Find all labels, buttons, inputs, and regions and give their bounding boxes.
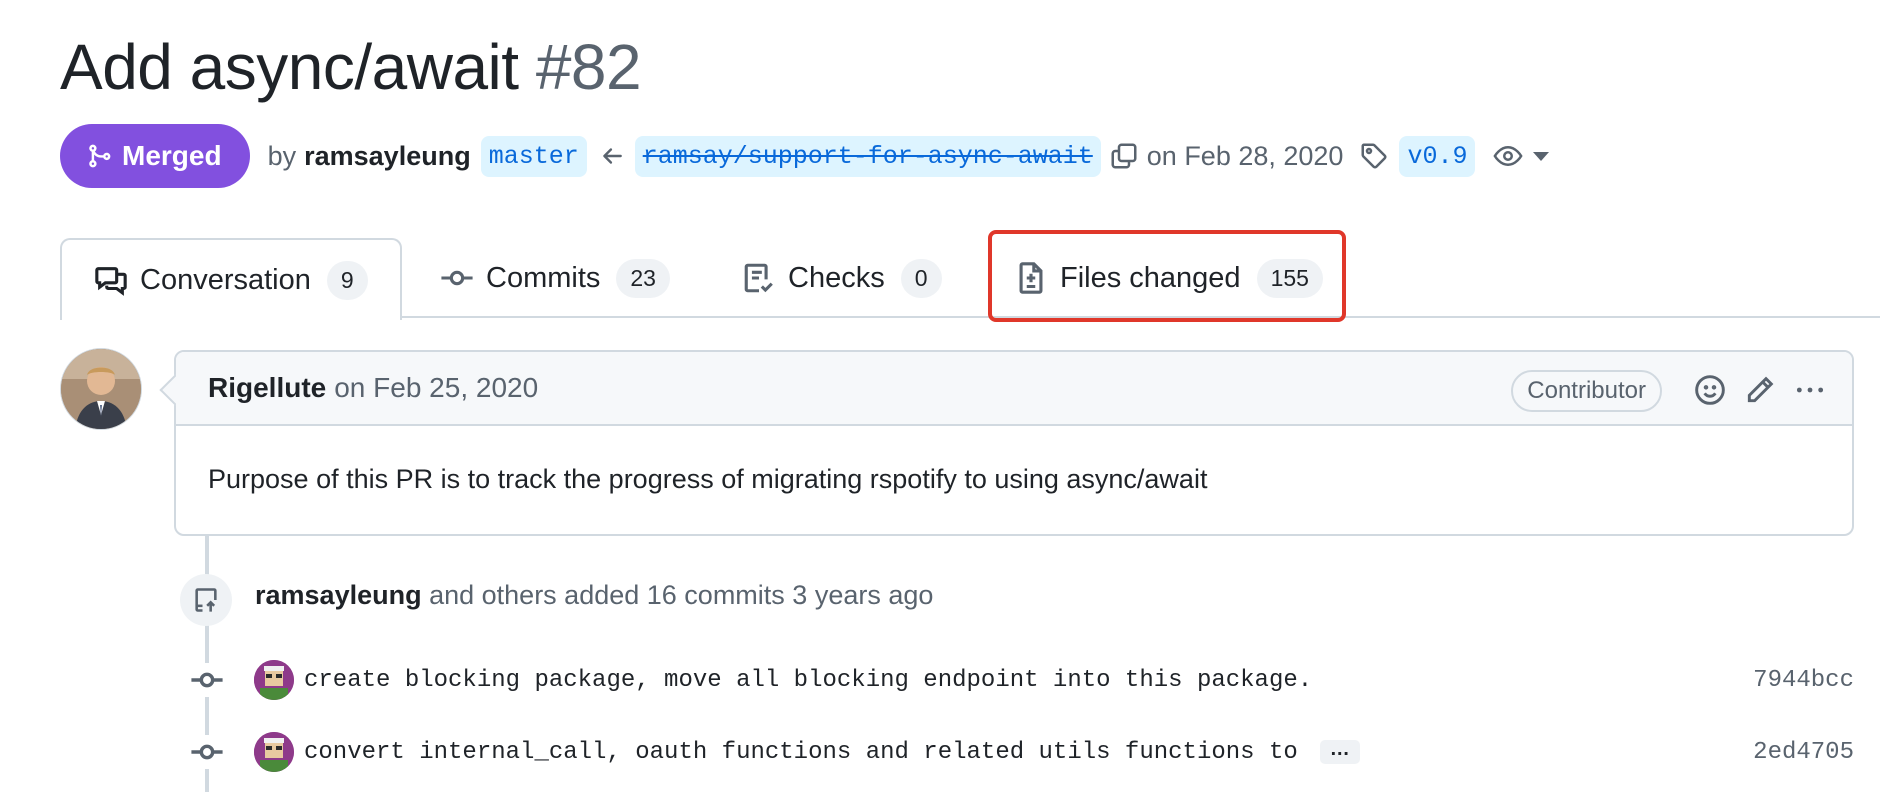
pr-meta: Merged by ramsayleung master ramsay/supp…: [60, 124, 1550, 188]
comment-author-link[interactable]: Rigellute: [208, 372, 326, 404]
commit-message-link[interactable]: convert internal_call, oauth functions a…: [304, 739, 1298, 766]
tab-files-changed[interactable]: Files changed 155: [1014, 238, 1323, 318]
page-title: Add async/await #82: [60, 30, 642, 104]
commit-sha-link[interactable]: 7944bcc: [1753, 667, 1854, 694]
arrow-left-icon: [602, 148, 622, 164]
event-author-link[interactable]: ramsayleung: [255, 580, 422, 610]
copy-branch-button[interactable]: [1109, 141, 1139, 171]
tab-label: Commits: [486, 261, 601, 294]
avatar-photo-icon: [61, 349, 141, 429]
tab-label: Checks: [788, 261, 885, 294]
pixel-avatar-icon: [254, 732, 294, 772]
commit-message-link[interactable]: create blocking package, move all blocki…: [304, 667, 1312, 694]
commit-row: convert internal_call, oauth functions a…: [190, 730, 1854, 774]
commit-icon: [190, 735, 224, 769]
timeline-event: ramsayleung and others added 16 commits …: [255, 580, 933, 611]
release-tag[interactable]: v0.9: [1399, 135, 1476, 177]
git-merge-icon: [89, 144, 111, 168]
tab-label: Files changed: [1060, 261, 1241, 294]
tab-label: Conversation: [140, 263, 311, 296]
comment-discussion-icon: [95, 267, 127, 296]
merged-status-badge: Merged: [60, 124, 250, 188]
pencil-icon[interactable]: [1744, 374, 1776, 406]
checklist-icon: [744, 263, 773, 293]
tab-checks[interactable]: Checks 0: [742, 238, 942, 318]
tab-counter: 9: [326, 260, 368, 300]
pr-number: #82: [535, 31, 642, 103]
watch-menu-button[interactable]: [1493, 141, 1550, 171]
pr-title: Add async/await: [60, 31, 519, 103]
repo-push-icon: [195, 588, 217, 612]
contributor-badge: Contributor: [1511, 370, 1662, 412]
pr-date: on Feb 28, 2020: [1146, 140, 1344, 171]
file-diff-icon: [1019, 262, 1043, 294]
merged-status-label: Merged: [122, 140, 222, 171]
commit-icon: [190, 663, 224, 697]
kebab-horizontal-icon[interactable]: [1794, 374, 1826, 406]
smiley-icon[interactable]: [1694, 374, 1726, 406]
commit-sha-link[interactable]: 2ed4705: [1753, 739, 1854, 766]
copy-icon: [1111, 143, 1137, 169]
commit-author-avatar[interactable]: [254, 732, 294, 772]
comment-box: Rigellute on Feb 25, 2020 Contributor Pu…: [174, 350, 1854, 536]
comment-header: Rigellute on Feb 25, 2020 Contributor: [176, 352, 1852, 426]
commit-icon: [441, 270, 473, 286]
comment-date: on Feb 25, 2020: [334, 372, 539, 403]
push-badge: [180, 574, 232, 626]
avatar[interactable]: [60, 348, 142, 430]
event-text: and others added 16 commits 3 years ago: [429, 580, 934, 610]
eye-icon: [1493, 145, 1524, 167]
pr-tabs: Conversation 9 Commits 23 Checks 0 Files…: [60, 238, 1880, 320]
expand-commit-message-button[interactable]: …: [1319, 739, 1360, 764]
tab-commits[interactable]: Commits 23: [440, 238, 670, 318]
tab-conversation[interactable]: Conversation 9: [60, 238, 402, 320]
commit-author-avatar[interactable]: [254, 660, 294, 700]
by-label: by: [267, 140, 297, 171]
chevron-down-icon: [1533, 151, 1550, 161]
head-branch[interactable]: ramsay/support-for-async-await: [634, 135, 1101, 177]
base-branch[interactable]: master: [480, 135, 587, 177]
pixel-avatar-icon: [254, 660, 294, 700]
tab-counter: 155: [1256, 258, 1323, 298]
comment-body: Purpose of this PR is to track the progr…: [208, 464, 1208, 494]
tag-icon: [1361, 143, 1387, 169]
tab-counter: 0: [900, 258, 942, 298]
commit-row: create blocking package, move all blocki…: [190, 658, 1854, 702]
tab-counter: 23: [616, 258, 670, 298]
pr-author-link[interactable]: ramsayleung: [304, 141, 471, 172]
